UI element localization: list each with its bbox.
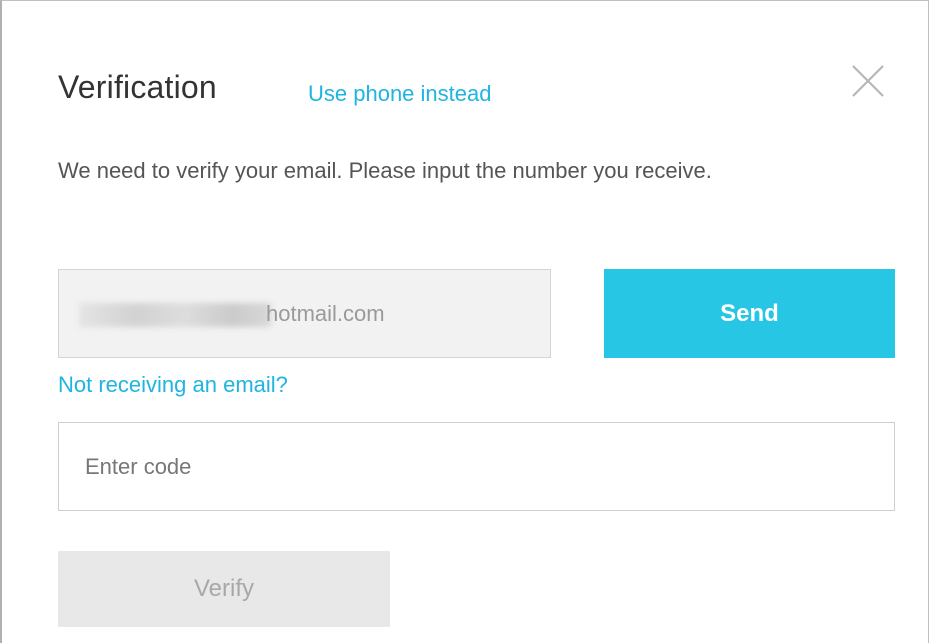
redacted-email-blur <box>79 303 271 327</box>
email-domain-text: hotmail.com <box>266 301 385 326</box>
close-icon <box>852 65 884 97</box>
use-phone-link[interactable]: Use phone instead <box>308 79 491 109</box>
verify-button[interactable]: Verify <box>58 551 390 627</box>
send-button[interactable]: Send <box>604 269 895 358</box>
dialog-description: We need to verify your email. Please inp… <box>58 158 712 183</box>
not-receiving-email-link[interactable]: Not receiving an email? <box>58 369 288 401</box>
email-field: hotmail.com <box>58 269 551 358</box>
code-input[interactable] <box>58 422 895 511</box>
dialog-title: Verification <box>58 69 217 105</box>
verification-dialog: Verification Use phone instead We need t… <box>0 0 929 643</box>
close-button[interactable] <box>848 61 888 101</box>
